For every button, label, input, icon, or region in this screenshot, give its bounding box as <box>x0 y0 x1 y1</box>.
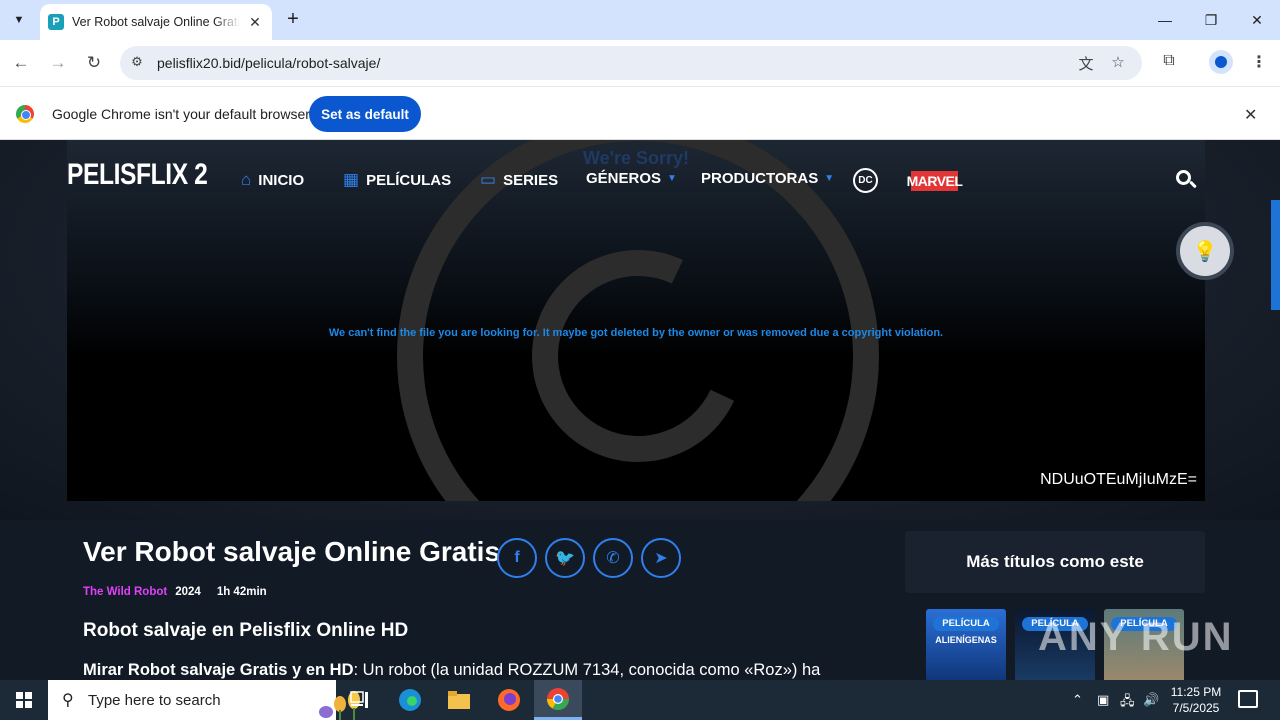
task-view-icon[interactable] <box>336 680 384 720</box>
movie-meta: The Wild Robot 2024 1h 42min <box>83 586 267 598</box>
notifications-icon[interactable] <box>1238 690 1258 708</box>
poster-card[interactable]: PELÍCULA ALIENÍGENAS <box>926 609 1006 680</box>
tab-strip: ▼ P Ver Robot salvaje Online Gratis ✕ + … <box>0 0 1280 40</box>
site-info-icon[interactable]: ⚙ <box>128 54 146 72</box>
page-scrollbar[interactable] <box>1271 200 1280 310</box>
search-icon: ⚲ <box>62 692 74 709</box>
related-titles-header: Más títulos como este <box>905 531 1205 593</box>
tab-close-icon[interactable]: ✕ <box>246 13 264 31</box>
clock-date: 7/5/2025 <box>1172 701 1220 715</box>
dc-logo-icon[interactable]: DC <box>853 168 878 193</box>
player-error-message: We can't find the file you are looking f… <box>328 327 944 339</box>
nav-item-productoras[interactable]: PRODUCTORAS ▼ <box>701 170 834 187</box>
nav-item-label: INICIO <box>258 171 305 189</box>
tray-overflow-chevron-icon[interactable]: ⌃ <box>1072 692 1083 708</box>
facebook-share-icon[interactable]: f <box>497 538 537 578</box>
nav-item-label: PRODUCTORAS <box>701 170 819 187</box>
release-year: 2024 <box>175 586 201 598</box>
back-arrow-icon[interactable]: ← <box>9 51 33 75</box>
section-subtitle: Robot salvaje en Pelisflix Online HD <box>83 620 409 641</box>
menu-dots-icon[interactable]: ⋮ <box>1248 52 1270 74</box>
nav-item-series[interactable]: ▭ SERIES <box>480 170 558 190</box>
nav-item-peliculas[interactable]: ▦ PELÍCULAS <box>343 170 451 190</box>
twitter-share-icon[interactable]: 🐦 <box>545 538 585 578</box>
taskbar-search-placeholder: Type here to search <box>88 691 221 709</box>
url-text[interactable]: pelisflix20.bid/pelicula/robot-salvaje/ <box>157 55 380 71</box>
taskbar-clock[interactable]: 11:25 PM 7/5/2025 <box>1168 684 1224 716</box>
caret-down-icon: ▼ <box>667 173 677 184</box>
movie-title: Ver Robot salvaje Online Gratis <box>83 536 501 567</box>
description-text: : Un robot (la unidad ROZZUM 7134, conoc… <box>353 661 821 679</box>
taskbar-search-box[interactable]: ⚲ Type here to search <box>48 680 360 720</box>
extensions-puzzle-icon[interactable]: ⧉ <box>1158 52 1180 74</box>
chrome-taskbar-icon[interactable] <box>534 680 582 720</box>
home-icon: ⌂ <box>241 170 252 189</box>
set-as-default-button[interactable]: Set as default <box>309 96 421 132</box>
poster-text: ALIENÍGENAS <box>935 635 997 645</box>
description-bold: Mirar Robot salvaje Gratis y en HD <box>83 661 354 679</box>
browser-toolbar: ← → ↻ ⚙ pelisflix20.bid/pelicula/robot-s… <box>0 40 1280 86</box>
site-logo[interactable]: PELISFLIX 2 <box>67 158 208 192</box>
start-button[interactable] <box>0 680 48 720</box>
address-bar[interactable]: ⚙ pelisflix20.bid/pelicula/robot-salvaje… <box>120 46 1142 80</box>
network-icon[interactable]: 🖧 <box>1120 692 1135 714</box>
translate-icon[interactable]: 文 <box>1076 53 1096 73</box>
volume-icon[interactable]: 🔊 <box>1143 692 1159 708</box>
tab-title: Ver Robot salvaje Online Gratis <box>72 15 240 29</box>
nav-item-label: PELÍCULAS <box>366 171 452 189</box>
clock-time: 11:25 PM <box>1170 685 1222 699</box>
chevron-down-icon: ▼ <box>13 14 25 26</box>
firefox-icon[interactable] <box>485 680 533 720</box>
default-browser-infobar: Google Chrome isn't your default browser… <box>0 86 1280 140</box>
caret-down-icon: ▼ <box>824 173 835 184</box>
film-icon: ▦ <box>343 170 360 189</box>
telegram-share-icon[interactable]: ➤ <box>641 538 681 578</box>
windows-taskbar: ⚲ Type here to search ⌃ ▣ 🖧 🔊 11:25 PM 7… <box>0 680 1280 720</box>
tab-search-button[interactable]: ▼ <box>6 8 32 32</box>
poster-badge: PELÍCULA <box>933 617 999 631</box>
related-titles-heading: Más títulos como este <box>966 552 1144 571</box>
web-page: We're Sorry! We can't find the file you … <box>0 140 1280 680</box>
forward-arrow-icon[interactable]: → <box>46 51 70 75</box>
movie-description: Mirar Robot salvaje Gratis y en HD: Un r… <box>83 661 820 680</box>
whatsapp-share-icon[interactable]: ✆ <box>593 538 633 578</box>
site-navigation: PELISFLIX 2 ⌂ INICIO ▦ PELÍCULAS ▭ SERIE… <box>0 154 1280 204</box>
player-code-text: NDUuOTEuMjIuMzE= <box>1040 471 1197 488</box>
tv-icon: ▭ <box>480 170 497 189</box>
marvel-logo-icon[interactable]: MARVEL <box>907 171 963 191</box>
windows-logo-icon <box>16 692 32 708</box>
nav-item-generos[interactable]: GÉNEROS ▼ <box>586 170 677 187</box>
reload-icon[interactable]: ↻ <box>82 51 106 75</box>
file-explorer-icon[interactable] <box>435 680 483 720</box>
browser-tab[interactable]: P Ver Robot salvaje Online Gratis ✕ <box>40 4 272 40</box>
edge-browser-icon[interactable] <box>386 680 434 720</box>
anyrun-watermark: ANY RUN <box>1038 615 1234 659</box>
tray-device-icon[interactable]: ▣ <box>1097 692 1109 708</box>
nav-item-label: GÉNEROS <box>586 170 662 187</box>
bookmark-star-icon[interactable]: ☆ <box>1108 53 1128 73</box>
minimize-button[interactable]: — <box>1142 0 1188 40</box>
search-icon[interactable] <box>1174 168 1198 192</box>
original-title[interactable]: The Wild Robot <box>83 586 167 598</box>
close-window-button[interactable]: ✕ <box>1234 0 1280 40</box>
infobar-message: Google Chrome isn't your default browser <box>52 106 310 122</box>
duration: 1h 42min <box>216 586 267 598</box>
maximize-button[interactable]: ❐ <box>1188 0 1234 40</box>
nav-item-inicio[interactable]: ⌂ INICIO <box>241 170 304 190</box>
chrome-logo-icon <box>16 105 34 123</box>
site-favicon-icon: P <box>48 14 64 30</box>
lightbulb-icon[interactable]: 💡 <box>1176 222 1234 280</box>
profile-avatar-icon[interactable] <box>1209 50 1233 74</box>
new-tab-button[interactable]: + <box>282 9 304 31</box>
infobar-close-icon[interactable]: ✕ <box>1244 105 1257 125</box>
nav-item-label: SERIES <box>503 171 559 189</box>
